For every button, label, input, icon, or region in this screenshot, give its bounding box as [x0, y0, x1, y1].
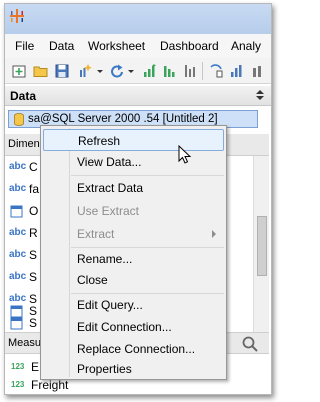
menu-item-label: Properties [77, 362, 132, 376]
add-data-source-icon[interactable] [11, 63, 27, 79]
number-type-icon: 123 [11, 380, 25, 389]
scrollbar-thumb[interactable] [257, 216, 267, 276]
menu-bar: File Data Worksheet Dashboard Analy [5, 34, 271, 58]
highlight-icon[interactable] [251, 63, 267, 79]
submenu-arrow-icon [212, 230, 216, 238]
field-name: S [29, 316, 38, 330]
new-worksheet-icon[interactable] [78, 63, 94, 79]
tableau-logo-icon [10, 9, 24, 23]
toolbar [5, 58, 271, 84]
toolbar-separator [202, 62, 203, 80]
menu-item-properties[interactable]: Properties [43, 360, 224, 379]
mouse-cursor-icon [178, 145, 192, 164]
menu-item-view-data[interactable]: View Data... [43, 151, 224, 173]
refresh-data-icon[interactable] [208, 63, 224, 79]
menu-item-label: Edit Query... [77, 298, 143, 312]
menu-item-label: Use Extract [77, 204, 140, 218]
field-name: fa [29, 182, 40, 196]
field-name: O [29, 204, 39, 218]
sort-descending-icon[interactable] [162, 63, 178, 79]
undo-icon[interactable] [109, 63, 125, 79]
chevron-down-icon[interactable] [127, 63, 135, 79]
menu-item-label: Edit Connection... [77, 320, 172, 334]
menu-item-replace-connection[interactable]: Replace Connection... [43, 338, 224, 360]
menu-item-label: Close [77, 273, 108, 287]
field-name: S [29, 248, 38, 262]
save-icon[interactable] [54, 63, 70, 79]
menu-worksheet[interactable]: Worksheet [88, 39, 145, 53]
field-name: C [29, 160, 38, 174]
menu-item-use-extract: Use Extract [43, 200, 224, 222]
number-type-icon: 123 [11, 362, 25, 371]
swap-icon[interactable] [182, 63, 198, 79]
open-folder-icon[interactable] [33, 63, 49, 79]
menu-item-extract: Extract [43, 223, 224, 245]
menu-file[interactable]: File [15, 39, 34, 53]
field-name: Freight [31, 378, 69, 392]
data-pane-header: Data [5, 86, 271, 106]
date-type-icon [10, 205, 23, 218]
string-type-icon: abc [9, 271, 27, 282]
field-name: E [31, 360, 40, 374]
show-me-icon[interactable] [229, 63, 245, 79]
menu-item-label: Replace Connection... [77, 342, 196, 356]
menu-item-label: Refresh [78, 134, 121, 148]
menu-data[interactable]: Data [49, 39, 74, 53]
field-name: R [29, 226, 38, 240]
string-type-icon: abc [9, 161, 27, 172]
menu-item-edit-connection[interactable]: Edit Connection... [43, 316, 224, 338]
chevron-down-icon[interactable] [96, 63, 104, 79]
collapse-toggle-icon[interactable] [255, 88, 265, 102]
data-source-context-menu: Refresh View Data... Extract Data Use Ex… [40, 125, 227, 380]
menu-item-label: Extract Data [77, 181, 144, 195]
menu-item-label: View Data... [77, 155, 142, 169]
data-pane-title: Data [10, 89, 37, 103]
menu-item-rename[interactable]: Rename... [43, 248, 224, 270]
string-type-icon: abc [9, 249, 27, 260]
database-icon [14, 113, 24, 126]
title-bar [5, 4, 271, 34]
menu-item-extract-data[interactable]: Extract Data [43, 177, 224, 199]
menu-item-label: Extract [77, 227, 115, 241]
menu-item-refresh[interactable]: Refresh [43, 129, 224, 151]
menu-item-edit-query[interactable]: Edit Query... [43, 294, 224, 316]
menu-separator [71, 175, 224, 176]
menu-analysis[interactable]: Analy [231, 39, 261, 53]
date-type-icon [10, 317, 23, 330]
string-type-icon: abc [9, 183, 27, 194]
menu-dashboard[interactable]: Dashboard [160, 39, 219, 53]
sort-ascending-icon[interactable] [142, 63, 158, 79]
search-icon[interactable] [241, 335, 259, 353]
field-name: S [29, 270, 38, 284]
menu-item-label: Rename... [77, 252, 133, 266]
connection-label: sa@SQL Server 2000 .54 [Untitled 2] [28, 113, 218, 125]
menu-item-close[interactable]: Close [43, 269, 224, 291]
string-type-icon: abc [9, 227, 27, 238]
dimensions-scrollbar[interactable] [253, 156, 269, 332]
